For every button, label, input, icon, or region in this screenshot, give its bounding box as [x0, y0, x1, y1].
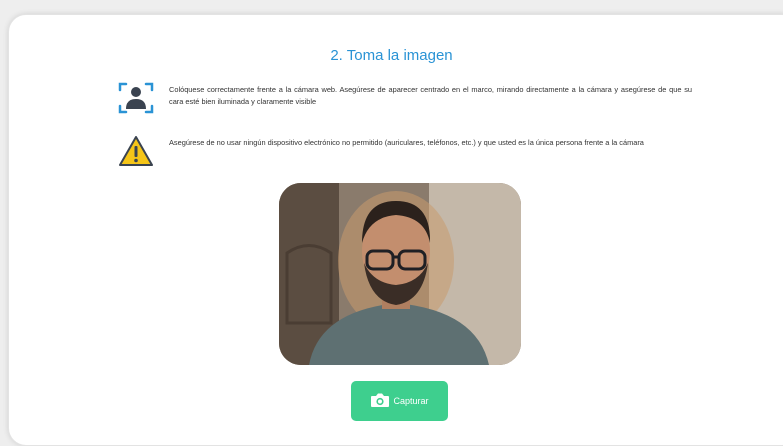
step-title: 2. Toma la imagen	[330, 47, 453, 64]
face-scan-icon	[117, 80, 155, 116]
instruction-face-position: Colóquese correctamente frente a la cáma…	[117, 80, 692, 116]
camera-icon	[370, 392, 390, 410]
capture-button-label: Capturar	[393, 396, 429, 406]
instruction-text: Colóquese correctamente frente a la cáma…	[169, 85, 692, 106]
webcam-image	[279, 183, 521, 365]
webcam-preview	[279, 183, 521, 365]
instruction-text: Asegúrese de no usar ningún dispositivo …	[169, 138, 644, 147]
instruction-no-devices: Asegúrese de no usar ningún dispositivo …	[117, 133, 692, 169]
capture-button[interactable]: Capturar	[351, 381, 448, 421]
warning-icon	[117, 133, 155, 169]
